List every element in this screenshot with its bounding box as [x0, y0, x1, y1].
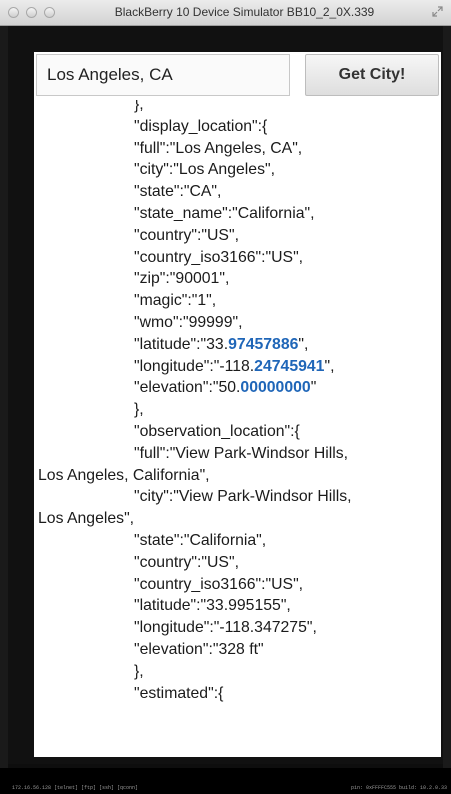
json-line: "state":"CA", [38, 181, 434, 203]
json-line: Los Angeles", [38, 508, 434, 530]
get-city-button[interactable]: Get City! [305, 54, 439, 96]
json-line-text: "latitude":"33.995155", [134, 597, 291, 615]
json-line-text: "country":"US", [134, 553, 239, 571]
json-line: "country":"US", [38, 225, 434, 247]
json-line: "longitude":"-118.24745941", [38, 356, 434, 378]
json-line: }, [38, 100, 434, 116]
window-title-bar: BlackBerry 10 Device Simulator BB10_2_0X… [0, 0, 451, 26]
json-line: "full":"View Park-Windsor Hills, [38, 443, 434, 465]
json-line-text: "country_iso3166":"US", [134, 248, 304, 266]
json-line-text: Los Angeles, California", [38, 466, 210, 484]
json-line-suffix: ", [324, 357, 335, 375]
json-line-text: "observation_location":{ [134, 422, 300, 440]
json-line-text: "state":"CA", [134, 183, 222, 201]
json-line-suffix: " [310, 379, 317, 397]
json-line: "elevation":"328 ft" [38, 639, 434, 661]
json-line-text: "display_location":{ [134, 117, 268, 135]
json-line: "country":"US", [38, 552, 434, 574]
json-line-text: }, [134, 662, 144, 680]
json-line: "longitude":"-118.347275", [38, 617, 434, 639]
json-line: }, [38, 661, 434, 683]
json-output-text: }, "display_location":{ "full":"Los Angele… [38, 100, 434, 704]
json-line: "city":"View Park-Windsor Hills, [38, 486, 434, 508]
json-line: "zip":"90001", [38, 268, 434, 290]
json-line: "wmo":"99999", [38, 312, 434, 334]
json-line-text: "city":"Los Angeles", [134, 161, 275, 179]
json-number-link[interactable]: 00000000 [240, 379, 310, 396]
json-line-text: "longitude":"-118. [134, 357, 255, 375]
json-line-text: "state_name":"California", [134, 204, 315, 222]
json-line: "country_iso3166":"US", [38, 574, 434, 596]
close-window-button[interactable] [8, 7, 19, 18]
json-line-text: "state":"California", [134, 531, 267, 549]
zoom-window-button[interactable] [44, 7, 55, 18]
json-line-text: "magic":"1", [134, 292, 217, 310]
json-line-text: "estimated":{ [134, 684, 224, 702]
device-screen: Get City! }, "display_location":{ "full":"… [8, 26, 443, 768]
json-number-link[interactable]: 97457886 [228, 336, 298, 353]
json-line-text: Los Angeles", [38, 510, 135, 528]
json-line: "magic":"1", [38, 290, 434, 312]
simulator-status-bar: 172.16.56.128 [telnet] [ftp] [ssh] [qcon… [0, 768, 451, 794]
build-info: pin: 0xFFFFC555 build: 10.2.0.33 [350, 785, 447, 791]
json-line-suffix: ", [298, 335, 309, 353]
json-line-text: "latitude":"33. [134, 335, 229, 353]
json-line: "estimated":{ [38, 683, 434, 705]
json-line: "full":"Los Angeles, CA", [38, 138, 434, 160]
json-line: "country_iso3166":"US", [38, 247, 434, 269]
json-line-text: "country":"US", [134, 226, 239, 244]
json-line-text: "full":"View Park-Windsor Hills, [134, 444, 349, 462]
json-line: "state":"California", [38, 530, 434, 552]
json-line-text: "elevation":"328 ft" [134, 640, 264, 658]
json-line-text: "city":"View Park-Windsor Hills, [134, 488, 352, 506]
json-line-text: "country_iso3166":"US", [134, 575, 304, 593]
json-output-view[interactable]: }, "display_location":{ "full":"Los Angele… [34, 100, 441, 757]
json-line-text: "elevation":"50. [134, 379, 241, 397]
json-line: "display_location":{ [38, 116, 434, 138]
json-line: Los Angeles, California", [38, 465, 434, 487]
json-line-text: "wmo":"99999", [134, 313, 243, 331]
fullscreen-icon[interactable] [432, 6, 443, 17]
minimize-window-button[interactable] [26, 7, 37, 18]
json-line: }, [38, 399, 434, 421]
json-line: "latitude":"33.995155", [38, 595, 434, 617]
json-line: "latitude":"33.97457886", [38, 334, 434, 356]
json-line: "state_name":"California", [38, 203, 434, 225]
json-line-text: "full":"Los Angeles, CA", [134, 139, 303, 157]
window-title: BlackBerry 10 Device Simulator BB10_2_0X… [114, 5, 375, 19]
json-line-text: "longitude":"-118.347275", [134, 619, 317, 637]
city-input[interactable] [36, 54, 290, 96]
json-number-link[interactable]: 24745941 [254, 358, 324, 375]
json-line-text: }, [134, 100, 144, 113]
json-line-text: "zip":"90001", [134, 270, 230, 288]
json-line: "observation_location":{ [38, 421, 434, 443]
connection-status: 172.16.56.128 [telnet] [ftp] [ssh] [qcon… [12, 785, 139, 791]
search-toolbar: Get City! [34, 52, 441, 98]
app-container: Get City! }, "display_location":{ "full":"… [34, 52, 441, 757]
json-line: "city":"Los Angeles", [38, 159, 434, 181]
json-line: "elevation":"50.00000000" [38, 377, 434, 399]
json-line-text: }, [134, 401, 144, 419]
